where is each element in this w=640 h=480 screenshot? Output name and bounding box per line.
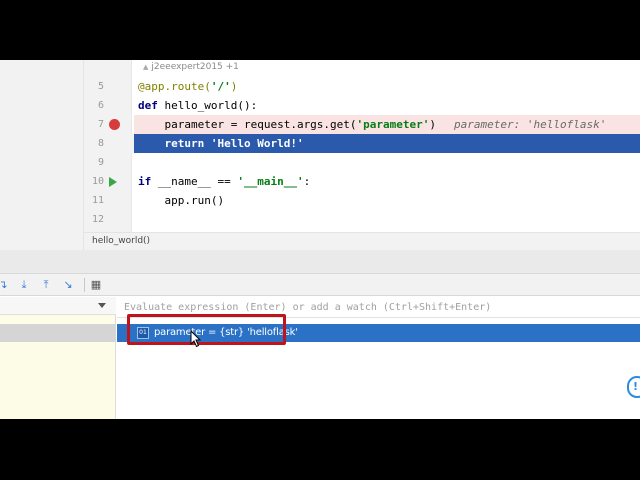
breadcrumb[interactable]: hello_world() (92, 235, 150, 248)
toolbar-divider (84, 278, 85, 292)
line-number: 12 (91, 214, 104, 225)
code-line[interactable]: app.run() (138, 191, 640, 210)
notification-badge-icon[interactable]: ! (627, 376, 640, 398)
code-token: if (138, 175, 158, 188)
step-into-icon[interactable]: ⤓ (17, 277, 31, 292)
run-to-cursor-icon[interactable]: ↘ (61, 277, 75, 292)
code-token: 'Hello World!' (210, 137, 304, 150)
code-token: ) (230, 80, 238, 93)
line-number: 10 (91, 176, 104, 187)
code-line[interactable]: if __name__ == '__main__': (138, 172, 640, 191)
ide-window: ▲ j2eeexpert2015 +1 5 @app.route('/') 6 def … (0, 60, 640, 419)
code-token: parameter = request.args.get( (138, 118, 357, 131)
code-token: : (303, 175, 311, 188)
frames-header (0, 297, 116, 315)
author-annotation: ▲ j2eeexpert2015 +1 (143, 62, 239, 72)
code-line[interactable]: parameter = request.args.get('parameter'… (138, 115, 640, 134)
breadcrumb-bar: hello_world() (84, 232, 640, 250)
mouse-cursor-icon (190, 330, 202, 348)
code-token: return (138, 137, 211, 150)
debug-toolbar: ↴ ⤓ ⤒ ↘ ▦ (0, 274, 640, 296)
code-token: 'parameter' (356, 118, 430, 131)
frames-panel (0, 297, 116, 419)
code-line[interactable]: @app.route('/') (138, 77, 640, 96)
code-token: hello_world(): (164, 99, 258, 112)
line-number: 8 (97, 138, 104, 149)
person-icon: ▲ (143, 63, 149, 71)
frame-row-selected[interactable] (0, 324, 116, 342)
evaluate-expression-input[interactable] (117, 297, 640, 318)
line-number: 6 (97, 100, 104, 111)
evaluate-icon[interactable]: ▦ (89, 277, 103, 292)
breakpoint-icon[interactable] (109, 119, 120, 130)
code-token: '/' (210, 80, 231, 93)
variable-type-icon: 01 (137, 327, 149, 339)
run-gutter-icon[interactable] (109, 177, 117, 187)
chevron-down-icon[interactable] (98, 303, 106, 308)
line-number: 7 (97, 119, 104, 130)
code-token: def (138, 99, 165, 112)
line-number: 11 (91, 195, 104, 206)
project-tool-strip (0, 60, 84, 250)
code-token: ) (429, 118, 437, 131)
variables-panel: 01 parameter = {str} 'helloflask' (117, 297, 640, 419)
step-over-icon[interactable]: ↴ (0, 277, 10, 292)
inline-value-hint: parameter: 'helloflask' (454, 118, 607, 131)
line-number: 9 (97, 157, 104, 168)
debug-tool-header (0, 250, 640, 274)
code-token: @app.route( (138, 80, 211, 93)
code-line[interactable]: def hello_world(): (138, 96, 640, 115)
code-editor[interactable]: ▲ j2eeexpert2015 +1 5 @app.route('/') 6 def … (0, 60, 640, 250)
step-out-icon[interactable]: ⤒ (39, 277, 53, 292)
code-token: __name__ == (157, 175, 238, 188)
code-token: app.run() (138, 194, 225, 207)
line-number: 5 (97, 81, 104, 92)
code-line[interactable]: return 'Hello World!' (138, 134, 640, 153)
code-line[interactable] (138, 210, 640, 229)
code-line[interactable] (138, 153, 640, 172)
variable-value: parameter = {str} 'helloflask' (154, 327, 298, 338)
code-token: '__main__' (237, 175, 304, 188)
